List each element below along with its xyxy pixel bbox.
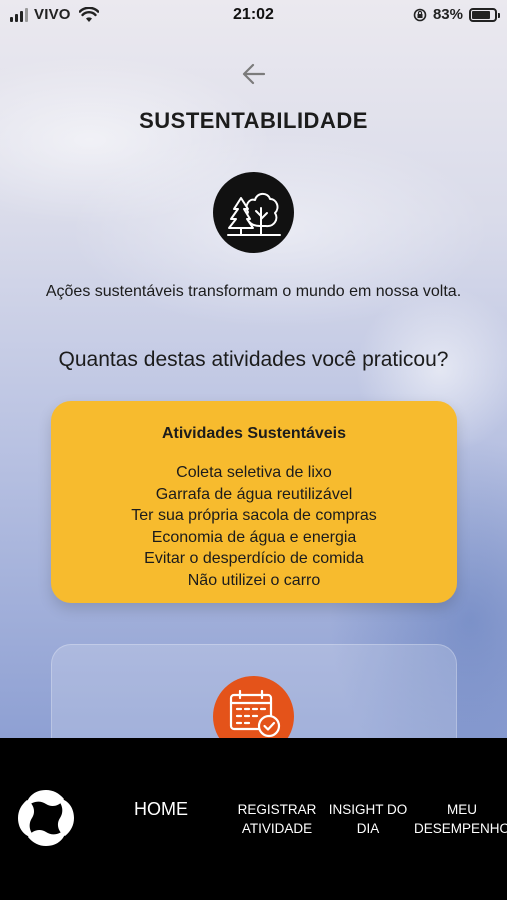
app-logo-icon[interactable] xyxy=(14,786,78,850)
calendar-check-icon xyxy=(229,689,280,738)
nav-registrar-atividade[interactable]: REGISTRAR ATIVIDADE xyxy=(236,800,318,838)
screen-background: VIVO 21:02 83% SUSTENTABILIDADE Ações su… xyxy=(0,0,507,738)
trees-icon xyxy=(226,192,281,236)
activity-item: Garrafa de água reutilizável xyxy=(155,485,353,503)
trees-icon-badge xyxy=(213,172,294,253)
nav-insight-line2: DIA xyxy=(356,821,380,836)
nav-registrar-line2: ATIVIDADE xyxy=(241,821,313,836)
rotation-lock-icon xyxy=(413,8,427,21)
page-title: SUSTENTABILIDADE xyxy=(139,108,368,133)
nav-home[interactable]: HOME xyxy=(126,799,196,820)
status-right: 83% xyxy=(413,6,500,23)
activities-card[interactable]: Atividades Sustentáveis Coleta seletiva … xyxy=(51,401,457,603)
battery-icon xyxy=(469,7,500,22)
activity-item: Ter sua própria sacola de compras xyxy=(131,507,377,525)
nav-insight-do-dia[interactable]: INSIGHT DO DIA xyxy=(326,800,410,838)
nav-insight-line1: INSIGHT DO xyxy=(328,802,408,817)
nav-meu-desempenho[interactable]: MEU DESEMPENHO xyxy=(412,800,507,838)
status-bar: VIVO 21:02 83% xyxy=(0,0,507,30)
subtitle-text: Ações sustentáveis transformam o mundo e… xyxy=(45,283,462,300)
activity-item: Economia de água e energia xyxy=(151,528,357,546)
question-text: Quantas destas atividades você praticou? xyxy=(58,348,449,371)
nav-desempenho-line1: MEU xyxy=(447,802,477,817)
nav-desempenho-line2: DESEMPENHO xyxy=(413,821,507,836)
activity-item: Evitar o desperdício de comida xyxy=(144,550,364,568)
activities-list: Coleta seletiva de lixo Garrafa de água … xyxy=(51,462,457,592)
activities-card-title: Atividades Sustentáveis xyxy=(161,425,347,442)
battery-percent: 83% xyxy=(432,6,463,23)
back-arrow-icon[interactable] xyxy=(240,60,268,88)
activity-item: Não utilizei o carro xyxy=(187,571,321,589)
nav-registrar-line1: REGISTRAR xyxy=(237,802,317,817)
activity-item: Coleta seletiva de lixo xyxy=(176,464,332,481)
